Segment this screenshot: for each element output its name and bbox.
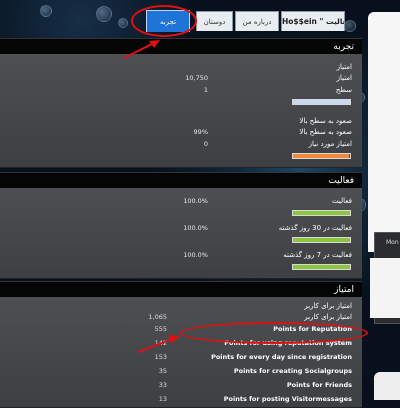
decor-bubble	[118, 18, 128, 28]
reputation-points-value: 555	[154, 325, 167, 333]
sidebar-label: Mon	[386, 239, 399, 246]
experience-panel: تجربه امتیاز امتیاز 10,750 سطح 1 صعود به…	[0, 38, 362, 168]
level-value: 1	[203, 86, 208, 94]
activity-30days-value: 100.0%	[183, 224, 208, 232]
experience-label: امتیاز	[336, 63, 352, 71]
level-up-value: 99%	[193, 128, 208, 136]
points-user-label: امتیاز برای کاربر	[304, 302, 352, 310]
daily-points-value: 153	[154, 353, 167, 361]
level-up-label: صعود به سطح بالا	[299, 128, 352, 136]
decor-bubble	[40, 5, 52, 17]
friends-points-label: Points for Friends	[286, 381, 352, 389]
activity-header: فعالیت	[0, 172, 362, 188]
points-needed-label: امتیاز مورد نیاز	[308, 140, 352, 148]
activity-30days-progress-fill	[293, 238, 350, 242]
decor-bubble	[96, 6, 112, 22]
points-panel: امتیاز امتیاز برای کاربر امتیاز برای کار…	[0, 281, 362, 408]
points-label: امتیاز	[336, 74, 352, 82]
points-header: امتیاز	[0, 281, 362, 297]
activity-value: 100.0%	[183, 197, 208, 205]
activity-7days-progress-bar	[292, 264, 351, 270]
experience-header: تجربه	[0, 38, 362, 54]
reputation-system-points-value: 142	[154, 339, 167, 347]
activity-7days-label: فعالیت در 7 روز گذشته	[283, 251, 352, 259]
sidebar-bottom-box	[374, 372, 400, 400]
visitormessages-points-label: Points for posting Visitormessages	[223, 395, 352, 403]
level-up-heading: صعود به سطح بالا	[299, 117, 352, 125]
visitormessages-points-value: 13	[158, 395, 167, 403]
points-needed-value: 0	[203, 140, 208, 148]
level-up-progress-fill	[293, 154, 350, 158]
tab-friends[interactable]: دوستان	[196, 11, 233, 31]
level-label: سطح	[335, 86, 352, 94]
activity-30days-progress-bar	[292, 237, 351, 243]
activity-progress-bar	[292, 210, 351, 216]
sidebar-content	[370, 258, 400, 318]
annotation-circle-reputation	[180, 322, 368, 344]
decor-bubble	[344, 20, 356, 32]
points-user-label-2: امتیاز برای کاربر	[304, 313, 352, 321]
activity-7days-value: 100.0%	[183, 251, 208, 259]
activity-progress-fill	[293, 211, 350, 215]
activity-panel: فعالیت فعالیت 100.0% فعالیت در 30 روز گذ…	[0, 172, 362, 279]
activity-body: فعالیت 100.0% فعالیت در 30 روز گذشته 100…	[0, 188, 362, 279]
socialgroups-points-label: Points for creating Socialgroups	[233, 367, 352, 375]
level-up-progress-bar	[292, 153, 351, 159]
level-progress-bar	[292, 99, 351, 105]
points-body: امتیاز برای کاربر امتیاز برای کاربر 1,06…	[0, 297, 362, 408]
activity-7days-progress-fill	[293, 265, 350, 269]
experience-body: امتیاز امتیاز 10,750 سطح 1 صعود به سطح ب…	[0, 54, 362, 168]
daily-points-label: Points for every day since registration	[211, 353, 352, 361]
tab-about-me[interactable]: درباره من	[235, 11, 279, 31]
points-value: 10,750	[185, 74, 208, 82]
tab-activity[interactable]: Ho$$ein " فعالیت	[281, 11, 345, 31]
annotation-circle-tab	[131, 5, 197, 37]
socialgroups-points-value: 35	[158, 367, 167, 375]
friends-points-value: 33	[158, 381, 167, 389]
activity-30days-label: فعالیت در 30 روز گذشته	[278, 224, 352, 232]
sidebar-panel	[368, 12, 400, 252]
activity-label: فعالیت	[332, 197, 352, 205]
points-user-value: 1,065	[148, 313, 167, 321]
